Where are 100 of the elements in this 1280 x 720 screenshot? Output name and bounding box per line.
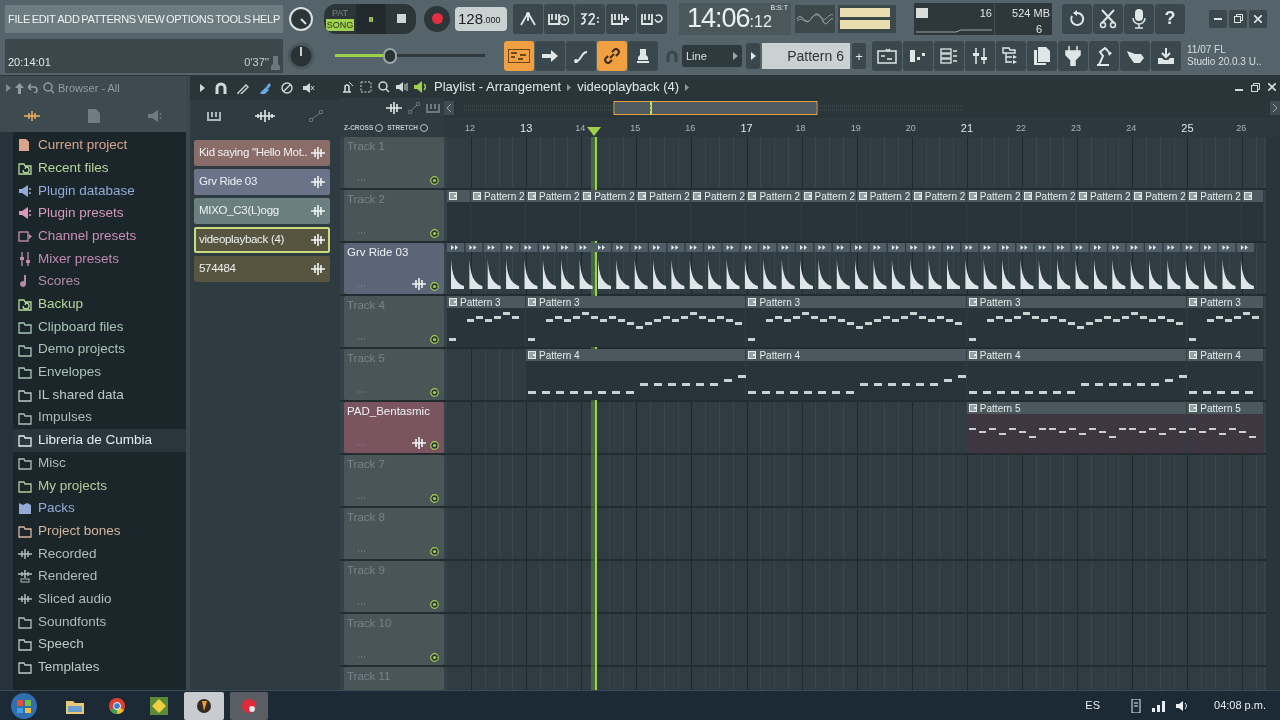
browser-item[interactable]: Speech <box>13 633 186 656</box>
typing-keyboard-icon[interactable] <box>544 3 574 34</box>
track-header[interactable]: Grv Ride 03 <box>344 243 444 294</box>
scroll-right-icon[interactable] <box>1270 101 1280 115</box>
pattern-clip[interactable] <box>1242 190 1263 241</box>
browser-item[interactable]: My projects <box>13 474 186 497</box>
menu-item[interactable]: ADD <box>57 10 80 27</box>
pattern-clip[interactable]: Pattern 4 <box>526 349 746 400</box>
pattern-clip[interactable]: Pattern 2 <box>856 190 911 241</box>
channel-item[interactable]: videoplayback (4) <box>194 227 330 253</box>
speaker-icon[interactable] <box>396 81 408 93</box>
minimize-button[interactable] <box>1209 9 1227 28</box>
pitch-knob[interactable] <box>287 42 315 71</box>
browser-item[interactable]: Packs <box>13 497 186 520</box>
pages-icon[interactable] <box>1027 41 1057 72</box>
close-button[interactable] <box>1249 9 1267 28</box>
timeline-ruler[interactable]: 12 13 14 15 16 17 18 19 20 21 22 23 24 25 26 <box>444 118 1280 137</box>
pattern-clip[interactable]: Pattern 2 <box>1077 190 1132 241</box>
signal-icon[interactable] <box>1152 699 1166 712</box>
browser-item[interactable]: Mixer presets <box>13 247 186 271</box>
taskbar-app-button[interactable] <box>230 691 268 720</box>
browser-item[interactable]: Current project <box>13 134 186 157</box>
paint-icon[interactable] <box>259 82 271 94</box>
menu-item[interactable]: HELP <box>252 10 280 27</box>
browser-item[interactable]: Clipboard files <box>13 315 186 339</box>
language-indicator[interactable]: ES <box>1085 697 1100 714</box>
browser-item[interactable]: Demo projects <box>13 338 186 361</box>
piano-icon[interactable] <box>426 103 440 113</box>
tray-icon[interactable] <box>1130 698 1142 713</box>
tempo-field[interactable]: 128.000 <box>455 6 507 31</box>
mixer-icon[interactable] <box>965 41 995 72</box>
browser-item[interactable]: Soundfonts <box>13 610 186 634</box>
expand-icon[interactable] <box>6 84 11 92</box>
pause-button[interactable]: ⏸ <box>356 3 386 34</box>
track-enable-icon[interactable] <box>430 600 439 609</box>
pattern-clip[interactable]: Pattern 2 <box>691 190 746 241</box>
pattern-clip[interactable]: Pattern 2 <box>1021 190 1077 241</box>
menu-item[interactable]: EDIT <box>31 10 56 27</box>
scissors-icon[interactable] <box>1093 3 1123 34</box>
browser-item[interactable]: Recorded <box>13 542 186 566</box>
pattern-clip[interactable]: Pattern 2 <box>581 190 636 241</box>
volume-icon[interactable] <box>1176 699 1190 712</box>
pitch-slider[interactable] <box>335 48 485 65</box>
track-enable-icon[interactable] <box>430 335 439 344</box>
pattern-clip[interactable]: Pattern 2 <box>746 190 801 241</box>
track-enable-icon[interactable] <box>430 653 439 662</box>
play-icon[interactable] <box>200 84 205 92</box>
volume-knob[interactable] <box>288 5 314 32</box>
up-arrow-icon[interactable] <box>15 82 24 94</box>
browser-tree-icon[interactable] <box>996 41 1026 72</box>
taskbar-app-button[interactable] <box>184 691 224 720</box>
loop-record-icon[interactable] <box>637 3 667 34</box>
browser-item[interactable]: Recent files <box>13 156 186 180</box>
pattern-clip[interactable]: Pattern 2 <box>966 190 1021 241</box>
track-enable-icon[interactable] <box>430 547 439 556</box>
record-button[interactable] <box>424 5 450 32</box>
browser-item[interactable]: Misc <box>13 451 186 475</box>
magnet-icon[interactable] <box>215 82 227 94</box>
pat-mode-toggle[interactable]: PAT <box>331 6 349 19</box>
pattern-clip[interactable]: Pattern 3 <box>447 296 526 347</box>
menu-item[interactable]: FILE <box>8 10 31 27</box>
download-icon[interactable] <box>1151 41 1181 72</box>
channel-item[interactable]: Grv Ride 03 <box>194 169 330 195</box>
breadcrumb-item[interactable]: videoplayback (4) <box>577 77 680 97</box>
playlist-window-icon[interactable] <box>872 41 902 72</box>
pattern-clip[interactable]: Pattern 2 <box>801 190 856 241</box>
pattern-clip[interactable]: Pattern 3 <box>1187 296 1263 347</box>
pattern-clip[interactable]: Pattern 4 <box>966 349 1187 400</box>
track-enable-icon[interactable] <box>430 494 439 503</box>
menu-item[interactable]: OPTIONS <box>166 10 214 27</box>
link-icon[interactable] <box>597 41 627 72</box>
pattern-clip[interactable]: Pattern 2 <box>1187 190 1242 241</box>
channel-item[interactable]: MIXO_C3(L)ogg <box>194 198 330 224</box>
browser-item[interactable]: Impulses <box>13 406 186 429</box>
browser-item[interactable]: IL shared data <box>13 383 186 407</box>
select-icon[interactable] <box>360 81 372 93</box>
zoom-icon[interactable] <box>378 81 390 93</box>
browser-item[interactable]: Backup <box>13 292 186 316</box>
pattern-clip[interactable]: Pattern 5 <box>966 402 1187 453</box>
slip-icon[interactable] <box>342 81 354 93</box>
piano-roll-icon[interactable] <box>504 41 534 72</box>
waveform-icon[interactable] <box>24 111 40 121</box>
browser-item[interactable]: Templates <box>13 655 186 679</box>
slider-thumb[interactable] <box>382 48 397 65</box>
pattern-clip[interactable]: Pattern 2 <box>636 190 691 241</box>
track-enable-icon[interactable] <box>430 176 439 185</box>
pattern-clip[interactable]: Pattern 3 <box>526 296 746 347</box>
scroll-left-icon[interactable] <box>444 101 454 115</box>
desk-lamp-icon[interactable] <box>1089 41 1119 72</box>
menu-item[interactable]: PATTERNS <box>81 10 136 27</box>
browser-item[interactable]: Channel presets <box>13 224 186 248</box>
pattern-clip[interactable]: Pattern 2 <box>526 190 581 241</box>
stamp-icon[interactable] <box>628 41 658 72</box>
restore-icon[interactable] <box>1251 82 1260 92</box>
browser-item[interactable]: Project bones <box>13 519 186 543</box>
song-mode-toggle[interactable]: SONG <box>325 18 355 31</box>
pattern-clip[interactable]: Pattern 2 <box>911 190 966 241</box>
browser-item[interactable]: Plugin presets <box>13 202 186 225</box>
countdown-icon[interactable] <box>575 3 605 34</box>
channel-item[interactable]: 574484 <box>194 256 330 282</box>
